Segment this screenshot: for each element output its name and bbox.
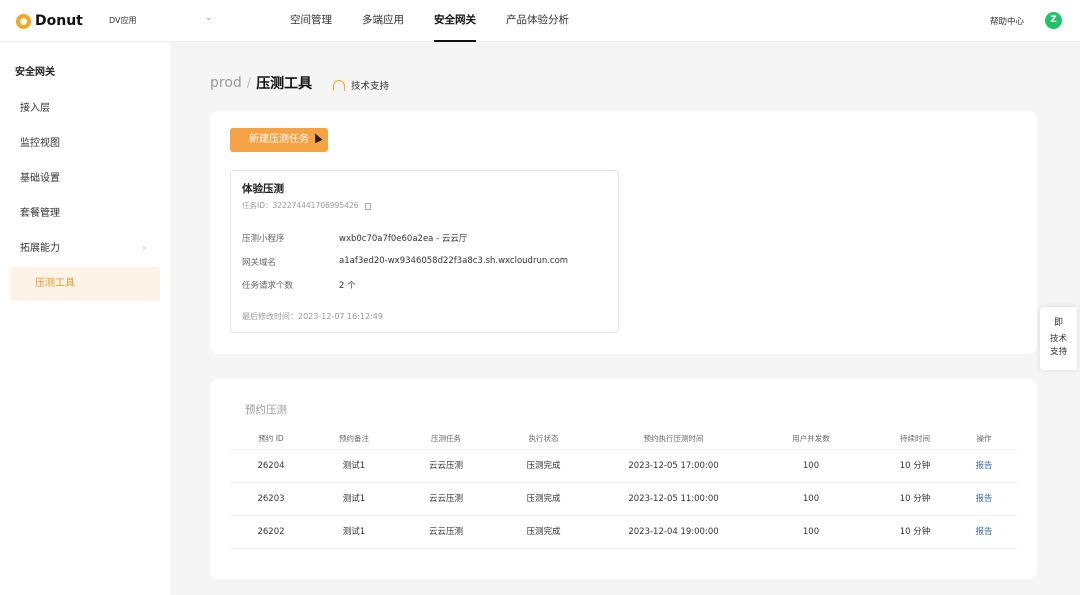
nav-security-gateway[interactable]: 安全网关 [434, 0, 476, 42]
sidebar-item-label: 压测工具 [35, 278, 75, 289]
table-cell: 100 [802, 461, 820, 471]
table-header-row: 预约 ID 预约备注 压测任务 执行状态 预约执行压测时间 用户并发数 持续时间… [230, 427, 1017, 450]
column-header: 预约备注 [339, 434, 369, 443]
table-cell: 云云压测 [428, 494, 463, 504]
sidebar-item-access-layer[interactable]: 接入层 [10, 92, 160, 126]
last-modified: 最后修改时间：2023-12-07 16:12:49 [242, 311, 383, 322]
task-id-value: 322274441706995426 [272, 201, 359, 210]
chevron-down-icon[interactable]: ⌄ [205, 13, 213, 23]
table-cell: 26202 [257, 527, 285, 537]
table-cell: 压测完成 [526, 461, 561, 471]
table-cell: 26204 [257, 461, 285, 471]
column-header: 持续时间 [900, 434, 930, 443]
field-value-gateway-domain: a1af3ed20-wx9346058d22f3a8c3.sh.wxcloudr… [339, 256, 569, 266]
breadcrumb: prod / 压测工具 [210, 73, 312, 93]
headset-icon [333, 79, 345, 91]
nav-space-management[interactable]: 空间管理 [290, 0, 332, 42]
column-header: 用户并发数 [792, 434, 830, 443]
column-header: 压测任务 [431, 434, 461, 443]
sidebar-item-label: 接入层 [20, 103, 50, 114]
report-link[interactable]: 报告 [964, 516, 1004, 549]
task-name: 体验压测 [242, 183, 284, 195]
table-cell: 100 [802, 527, 820, 537]
table-cell: 测试1 [342, 527, 366, 537]
table-cell: 云云压测 [428, 527, 463, 537]
task-id-label: 任务ID： [242, 201, 273, 210]
field-label-gateway-domain: 网关域名 [242, 258, 277, 268]
nav-product-analytics[interactable]: 产品体验分析 [506, 0, 569, 42]
report-link[interactable]: 报告 [964, 483, 1004, 516]
table-cell: 测试1 [342, 461, 366, 471]
task-id: 任务ID：322274441706995426 [242, 200, 371, 211]
breadcrumb-env[interactable]: prod [210, 75, 242, 91]
table-cell: 测试1 [342, 494, 366, 504]
field-value-miniprogram: wxb0c70a7f0e60a2ea - 云云厅 [339, 234, 468, 244]
table-cell: 云云压测 [428, 461, 463, 471]
column-header: 预约 ID [258, 434, 284, 443]
last-modified-value: 2023-12-07 16:12:49 [298, 312, 383, 321]
top-navigation-bar: Donut DV应用 ⌄ 空间管理 多端应用 安全网关 产品体验分析 帮助中心 … [0, 0, 1080, 42]
task-card: 新建压测任务 体验压测 任务ID：322274441706995426 压测小程… [210, 111, 1037, 354]
task-detail-box[interactable]: 体验压测 任务ID：322274441706995426 压测小程序 wxb0c… [230, 170, 619, 333]
user-avatar[interactable]: Z [1045, 12, 1062, 29]
donut-logo-icon [16, 13, 31, 29]
field-label-miniprogram: 压测小程序 [242, 234, 285, 244]
sidebar-item-extensions[interactable]: 拓展能力 › [10, 232, 160, 266]
chevron-right-icon: › [142, 243, 146, 254]
app-selector[interactable]: DV应用 [109, 15, 137, 26]
support-glyph-icon: 即 [1053, 318, 1063, 328]
scheduled-tests-card: 预约压测 预约 ID 预约备注 压测任务 执行状态 预约执行压测时间 用户并发数… [210, 379, 1037, 579]
table-cell: 10 分钟 [899, 527, 931, 537]
table-cell: 26203 [257, 494, 285, 504]
sidebar-item-plan-management[interactable]: 套餐管理 [10, 197, 160, 231]
sidebar-item-label: 拓展能力 [20, 243, 60, 254]
table-cell: 100 [802, 494, 820, 504]
table-row: 26204 测试1 云云压测 压测完成 2023-12-05 17:00:00 … [230, 450, 1017, 483]
table-cell: 压测完成 [526, 494, 561, 504]
sidebar: 安全网关 接入层 监控视图 基础设置 套餐管理 拓展能力 › 压测工具 [0, 42, 170, 595]
sidebar-item-monitoring[interactable]: 监控视图 [10, 127, 160, 161]
main-nav: 空间管理 多端应用 安全网关 产品体验分析 [290, 0, 599, 42]
sidebar-item-basic-settings[interactable]: 基础设置 [10, 162, 160, 196]
sidebar-item-label: 监控视图 [20, 138, 60, 149]
brand-logo[interactable]: Donut [16, 12, 83, 30]
sidebar-item-stress-test-tool[interactable]: 压测工具 [10, 267, 160, 301]
nav-multi-platform-apps[interactable]: 多端应用 [362, 0, 404, 42]
help-center-link[interactable]: 帮助中心 [990, 15, 1024, 27]
table-cell: 10 分钟 [899, 494, 931, 504]
floating-support-line1: 技术 [1049, 334, 1067, 344]
floating-support-line2: 支持 [1049, 347, 1067, 357]
sidebar-item-label: 基础设置 [20, 173, 60, 184]
floating-tech-support[interactable]: 即 技术 支持 [1040, 307, 1077, 370]
column-header: 预约执行压测时间 [643, 434, 704, 443]
column-header: 操作 [976, 434, 992, 443]
tech-support-label: 技术支持 [351, 81, 390, 92]
table-cell: 2023-12-05 11:00:00 [628, 494, 719, 504]
report-link[interactable]: 报告 [964, 450, 1004, 483]
table-row: 26202 测试1 云云压测 压测完成 2023-12-04 19:00:00 … [230, 516, 1017, 549]
breadcrumb-separator: / [246, 75, 252, 91]
sidebar-item-label: 套餐管理 [20, 208, 60, 219]
brand-name: Donut [35, 13, 83, 29]
column-header: 执行状态 [528, 434, 559, 443]
last-modified-label: 最后修改时间： [242, 312, 298, 321]
sidebar-title: 安全网关 [15, 67, 55, 78]
table-cell: 2023-12-05 17:00:00 [628, 461, 719, 471]
table-cell: 压测完成 [526, 527, 561, 537]
field-value-request-count: 2 个 [339, 281, 356, 291]
scheduled-tests-table: 预约 ID 预约备注 压测任务 执行状态 预约执行压测时间 用户并发数 持续时间… [230, 427, 1017, 549]
table-cell: 10 分钟 [899, 461, 931, 471]
table-cell: 2023-12-04 19:00:00 [628, 527, 719, 537]
field-label-request-count: 任务请求个数 [242, 281, 294, 291]
tech-support-link[interactable]: 技术支持 [333, 78, 389, 92]
table-row: 26203 测试1 云云压测 压测完成 2023-12-05 11:00:00 … [230, 483, 1017, 516]
section-title: 预约压测 [245, 404, 287, 416]
page-title: 压测工具 [256, 76, 313, 92]
copy-icon[interactable] [364, 202, 371, 210]
